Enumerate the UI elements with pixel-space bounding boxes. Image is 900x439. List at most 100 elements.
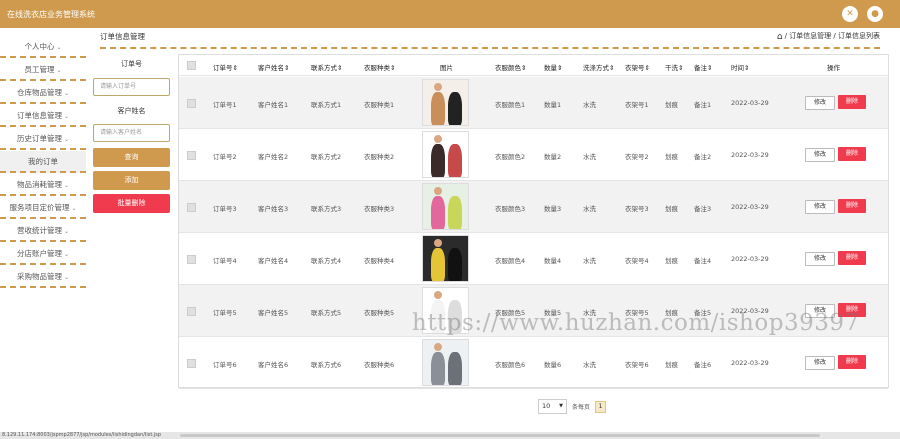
user-icon[interactable]: ● [867, 6, 883, 22]
chevron-down-icon: ⌄ [63, 228, 70, 235]
edit-button[interactable]: 修改 [805, 356, 835, 370]
cell-contact: 联系方式5 [311, 309, 342, 317]
column-header[interactable]: 联系方式⇕ [311, 62, 342, 72]
cell-dry: 划痕 [665, 153, 678, 161]
delete-button[interactable]: 删除 [838, 147, 866, 161]
table-row: 订单号6 客户姓名6 联系方式6 衣服种类6 衣服颜色6 数量6 水洗 衣架号6 划痕 备注6 20… [179, 337, 888, 389]
edit-button[interactable]: 修改 [805, 96, 835, 110]
order-no-label: 订单号 [121, 60, 142, 68]
sidebar-item[interactable]: 物品消耗管理 ⌄ [0, 174, 86, 196]
garment-shape [431, 352, 445, 385]
page-header: 订单信息管理 ⌂ / 订单信息管理 / 订单信息列表 [86, 28, 900, 50]
column-header[interactable]: 图片 [440, 62, 453, 72]
cell-hanger: 衣架号3 [625, 205, 649, 213]
sidebar-item[interactable]: 员工管理 ⌄ [0, 59, 86, 81]
clothing-thumbnail[interactable] [422, 235, 469, 282]
sidebar-item[interactable]: 个人中心 ⌄ [0, 36, 86, 58]
add-button[interactable]: 添加 [93, 171, 170, 190]
cell-dry: 划痕 [665, 361, 678, 369]
column-header[interactable]: 数量⇕ [544, 62, 562, 72]
table-header: 订单号⇕ 客户姓名⇕ 联系方式⇕ 衣服种类⇕ 图片 衣服颜色⇕ 数量⇕ 洗涤方式⇕ 衣架号⇕ 干洗… [179, 55, 888, 76]
clothing-thumbnail[interactable] [422, 339, 469, 386]
chevron-down-icon: ⌄ [63, 251, 70, 258]
cell-hanger: 衣架号6 [625, 361, 649, 369]
delete-button[interactable]: 删除 [838, 251, 866, 265]
column-header[interactable]: 订单号⇕ [213, 62, 238, 72]
expand-icon[interactable]: ✕ [842, 6, 858, 22]
cell-contact: 联系方式6 [311, 361, 342, 369]
query-button[interactable]: 查询 [93, 148, 170, 167]
row-checkbox[interactable] [187, 255, 196, 264]
column-header[interactable]: 干洗⇕ [665, 62, 683, 72]
sidebar-item[interactable]: 历史订单管理 ⌄ [0, 128, 86, 150]
cell-dry: 划痕 [665, 101, 678, 109]
column-header[interactable]: 衣服种类⇕ [364, 62, 395, 72]
sidebar-item-label: 仓库物品管理 [16, 88, 62, 97]
sidebar-item[interactable]: 我的订单 [0, 151, 86, 173]
column-header[interactable]: 操作 [827, 62, 840, 72]
order-no-input[interactable]: 请输入订单号 [93, 78, 170, 96]
watermark: https://www.huzhan.com/ishop39397 [412, 310, 860, 336]
cell-customer: 客户姓名4 [258, 257, 289, 265]
row-checkbox[interactable] [187, 359, 196, 368]
cell-color: 衣服颜色2 [495, 153, 526, 161]
home-icon[interactable]: ⌂ [777, 32, 783, 42]
table-row: 订单号1 客户姓名1 联系方式1 衣服种类1 衣服颜色1 数量1 水洗 衣架号1 划痕 备注1 20… [179, 77, 888, 129]
breadcrumb-item[interactable]: 订单信息管理 [789, 32, 831, 40]
row-checkbox[interactable] [187, 203, 196, 212]
select-all-checkbox[interactable] [187, 61, 196, 70]
row-checkbox[interactable] [187, 151, 196, 160]
top-bar: 在线洗衣店业务管理系统 ✕ ● [0, 0, 900, 28]
cell-contact: 联系方式3 [311, 205, 342, 213]
cell-customer: 客户姓名1 [258, 101, 289, 109]
clothing-thumbnail[interactable] [422, 131, 469, 178]
model-head [434, 343, 442, 351]
page-number[interactable]: 1 [595, 401, 606, 413]
cell-note: 备注2 [694, 153, 712, 161]
edit-button[interactable]: 修改 [805, 200, 835, 214]
sidebar-item[interactable]: 采购物品管理 ⌄ [0, 266, 86, 288]
customer-name-input[interactable]: 请输入客户姓名 [93, 124, 170, 142]
breadcrumb-item-current: 订单信息列表 [838, 32, 880, 40]
model-head [434, 135, 442, 143]
delete-button[interactable]: 删除 [838, 95, 866, 109]
cell-qty: 数量3 [544, 205, 562, 213]
cell-customer: 客户姓名3 [258, 205, 289, 213]
sidebar-item[interactable]: 营收统计管理 ⌄ [0, 220, 86, 242]
row-checkbox[interactable] [187, 99, 196, 108]
horizontal-scrollbar[interactable] [180, 434, 820, 437]
page-size-select[interactable]: 10 ▼ [538, 399, 567, 414]
cell-order-no: 订单号4 [213, 257, 237, 265]
cell-wash: 水洗 [583, 205, 596, 213]
cell-dry: 划痕 [665, 257, 678, 265]
sidebar-item-label: 订单信息管理 [16, 111, 62, 120]
sidebar-item[interactable]: 分店账户管理 ⌄ [0, 243, 86, 265]
row-checkbox[interactable] [187, 307, 196, 316]
cell-kind: 衣服种类6 [364, 361, 395, 369]
clothing-thumbnail[interactable] [422, 79, 469, 126]
column-header[interactable]: 备注⇕ [694, 62, 712, 72]
page-title: 订单信息管理 [100, 32, 145, 41]
column-header[interactable]: 衣服颜色⇕ [495, 62, 526, 72]
column-header[interactable]: 洗涤方式⇕ [583, 62, 614, 72]
sidebar-item[interactable]: 服务项目定价管理 ⌄ [0, 197, 86, 219]
edit-button[interactable]: 修改 [805, 148, 835, 162]
garment-shape [448, 248, 462, 281]
sidebar-item[interactable]: 订单信息管理 ⌄ [0, 105, 86, 127]
clothing-thumbnail[interactable] [422, 183, 469, 230]
batch-delete-button[interactable]: 批量删除 [93, 194, 170, 213]
cell-note: 备注1 [694, 101, 712, 109]
edit-button[interactable]: 修改 [805, 252, 835, 266]
page-size-suffix: 条每页 [572, 404, 591, 411]
column-header[interactable]: 客户姓名⇕ [258, 62, 289, 72]
customer-name-label: 客户姓名 [117, 107, 146, 115]
sidebar-item[interactable]: 仓库物品管理 ⌄ [0, 82, 86, 104]
garment-shape [431, 144, 445, 177]
garment-shape [431, 196, 445, 229]
cell-kind: 衣服种类5 [364, 309, 395, 317]
delete-button[interactable]: 删除 [838, 199, 866, 213]
column-header[interactable]: 衣架号⇕ [625, 62, 650, 72]
cell-kind: 衣服种类2 [364, 153, 395, 161]
column-header[interactable]: 时间⇕ [731, 62, 749, 72]
delete-button[interactable]: 删除 [838, 355, 866, 369]
